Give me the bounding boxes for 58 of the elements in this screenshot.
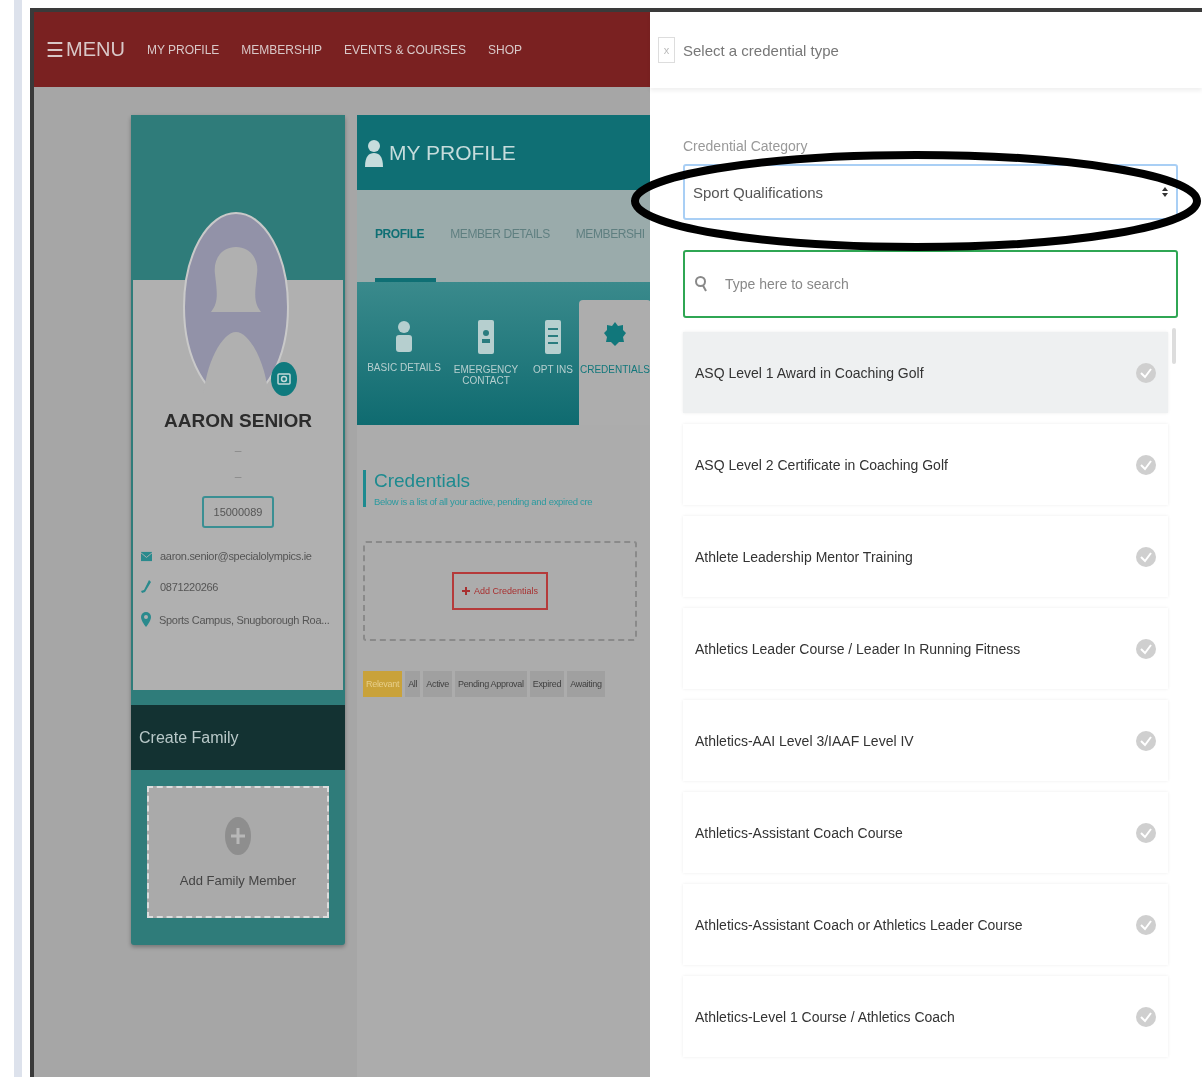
filter-chip[interactable]: Active [423, 671, 452, 697]
check-circle-icon [1136, 822, 1156, 843]
section-tab[interactable]: OPT INS [527, 300, 579, 425]
add-credentials-button[interactable]: Add Credentials [451, 572, 548, 610]
credential-item[interactable]: Athletics-Assistant Coach Course [683, 792, 1168, 873]
member-name: AARON SENIOR [164, 410, 312, 432]
section-tab[interactable]: CREDENTIALS [579, 300, 650, 425]
contact-text: 0871220266 [160, 581, 219, 593]
credential-item[interactable]: Athletics Leader Course / Leader In Running Fitness [683, 608, 1168, 689]
credential-item[interactable]: Athletics-Assistant Coach or Athletics Leader Course [683, 884, 1168, 965]
nav-link[interactable]: MY PROFILE [146, 42, 220, 57]
contact-text: Sports Campus, Snugborough Roa... [159, 613, 330, 626]
sort-arrows-icon [1162, 187, 1168, 197]
check-circle-icon [1136, 730, 1156, 751]
check-circle-icon [1136, 1006, 1156, 1027]
check-circle-icon [1136, 362, 1156, 383]
panel-title: MY PROFILE [389, 140, 516, 165]
check-circle-icon [1136, 914, 1156, 935]
credential-item[interactable]: ASQ Level 2 Certificate in Coaching Golf [683, 424, 1168, 505]
add-family-member-button[interactable]: Add Family Member [147, 786, 329, 918]
list-icon [545, 320, 561, 354]
section-title: Credentials [374, 470, 472, 492]
map-pin-icon [141, 612, 151, 627]
credential-item[interactable]: Athletics-AAI Level 3/IAAF Level IV [683, 700, 1168, 781]
empty-field-dash: – [234, 470, 242, 484]
nav-link[interactable]: EVENTS & COURSES [344, 42, 467, 57]
person-icon [365, 138, 383, 167]
credential-item[interactable]: Athlete Leadership Mentor Training [683, 516, 1168, 597]
member-id: 15000089 [201, 496, 275, 528]
person-icon [395, 320, 413, 352]
filter-chip[interactable]: Expired [529, 671, 565, 697]
plus-icon [225, 816, 251, 855]
section-tab[interactable]: EMERGENCY CONTACT [445, 300, 527, 425]
contact-text: aaron.senior@specialolympics.ie [160, 550, 312, 562]
menu-button[interactable]: ☰MENU [46, 37, 125, 62]
filter-chip[interactable]: Pending Approval [454, 671, 527, 697]
category-select[interactable]: Sport Qualifications [683, 164, 1178, 220]
envelope-icon [141, 550, 152, 562]
search-field[interactable]: Type here to search [683, 250, 1178, 318]
check-circle-icon [1136, 638, 1156, 659]
drawer-title: Select a credential type [683, 41, 839, 59]
section-subtitle: Below is a list of all your active, pending and expired cre [374, 496, 594, 507]
section-tab[interactable]: BASIC DETAILS [363, 300, 445, 425]
nav-link[interactable]: MEMBERSHIP [241, 42, 323, 57]
family-heading: Create Family [131, 705, 345, 770]
credential-item[interactable]: Athletics-Level 1 Course / Athletics Coach [683, 976, 1168, 1057]
contact-card-icon [478, 320, 494, 354]
filter-chip[interactable]: Awaiting [567, 671, 605, 697]
filter-chip[interactable]: All [405, 671, 421, 697]
credential-item[interactable]: ASQ Level 1 Award in Coaching Golf [683, 332, 1168, 413]
nav-link[interactable]: SHOP [488, 42, 523, 57]
plus-icon [461, 587, 470, 595]
check-circle-icon [1136, 546, 1156, 567]
camera-icon[interactable] [271, 362, 297, 396]
check-circle-icon [1136, 454, 1156, 475]
empty-field-dash: – [234, 444, 242, 458]
field-label: Credential Category [683, 138, 808, 154]
search-icon [695, 276, 707, 292]
